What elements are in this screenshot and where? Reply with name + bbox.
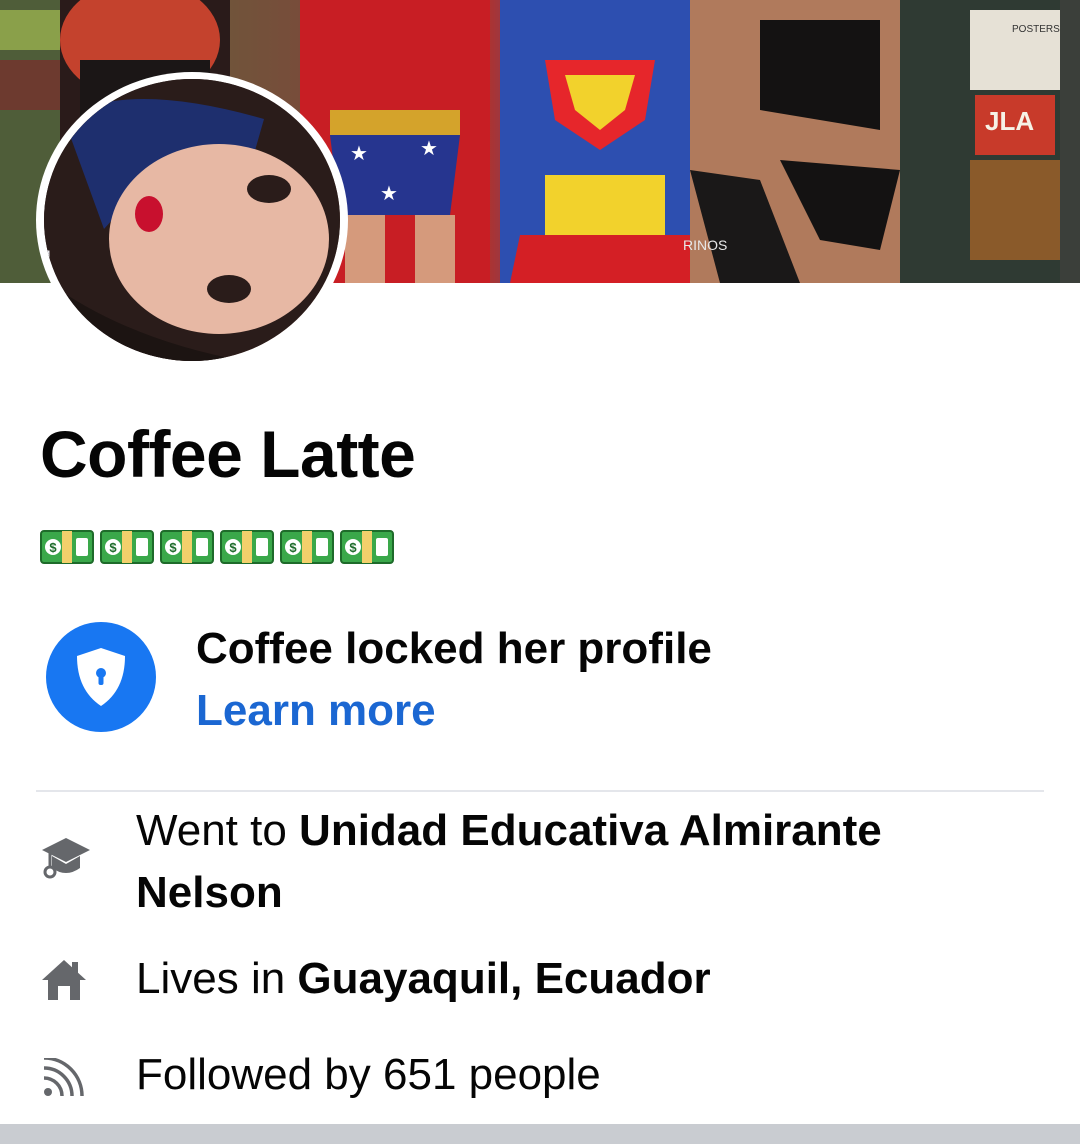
money-with-wings-banknote-icon: $ (220, 530, 274, 564)
svg-text:$: $ (169, 540, 177, 555)
residence-city-link[interactable]: Guayaquil, Ecuador (297, 954, 710, 1003)
svg-text:$: $ (109, 540, 117, 555)
followers-text[interactable]: Followed by 651 people (136, 1044, 1016, 1106)
avatar-image: Red Bull (44, 79, 340, 361)
rss-feed-icon (40, 1056, 86, 1105)
intro-item-residence: Lives in Guayaquil, Ecuador (0, 948, 1080, 1014)
svg-text:RINOS: RINOS (683, 237, 727, 253)
education-prefix: Went to (136, 806, 300, 855)
residence-text: Lives in Guayaquil, Ecuador (136, 948, 1016, 1010)
intro-item-education: Went to Unidad Educativa Almirante Nelso… (0, 800, 1080, 930)
profile-picture[interactable]: Red Bull (36, 72, 348, 368)
graduation-cap-icon (40, 834, 92, 887)
locked-profile-title: Coffee locked her profile (196, 624, 712, 673)
svg-text:★: ★ (350, 143, 368, 165)
bio-emoji-row: $ $ $ $ $ $ (40, 530, 394, 564)
bottom-section-separator (0, 1124, 1080, 1144)
svg-text:$: $ (49, 540, 57, 555)
svg-text:$: $ (229, 540, 237, 555)
money-with-wings-banknote-icon: $ (100, 530, 154, 564)
svg-text:$: $ (349, 540, 357, 555)
money-with-wings-banknote-icon: $ (280, 530, 334, 564)
house-icon (40, 958, 88, 1007)
avatar-cap-text: Red Bull (44, 249, 54, 338)
money-with-wings-banknote-icon: $ (340, 530, 394, 564)
locked-profile-notice: Coffee locked her profile Learn more (46, 622, 1046, 742)
svg-text:JLA: JLA (985, 106, 1034, 136)
svg-text:★: ★ (380, 183, 398, 205)
shield-lock-icon (46, 622, 156, 732)
avatar-illustration: Red Bull (44, 79, 340, 361)
profile-name: Coffee Latte (40, 417, 416, 491)
education-text: Went to Unidad Educativa Almirante Nelso… (136, 800, 1016, 924)
learn-more-link[interactable]: Learn more (196, 686, 436, 736)
section-divider (36, 790, 1044, 792)
intro-item-followers: Followed by 651 people (0, 1044, 1080, 1110)
money-with-wings-banknote-icon: $ (160, 530, 214, 564)
svg-text:★: ★ (420, 138, 438, 160)
residence-prefix: Lives in (136, 954, 298, 1003)
svg-text:POSTERS: POSTERS (1012, 24, 1060, 35)
svg-text:$: $ (289, 540, 297, 555)
money-with-wings-banknote-icon: $ (40, 530, 94, 564)
